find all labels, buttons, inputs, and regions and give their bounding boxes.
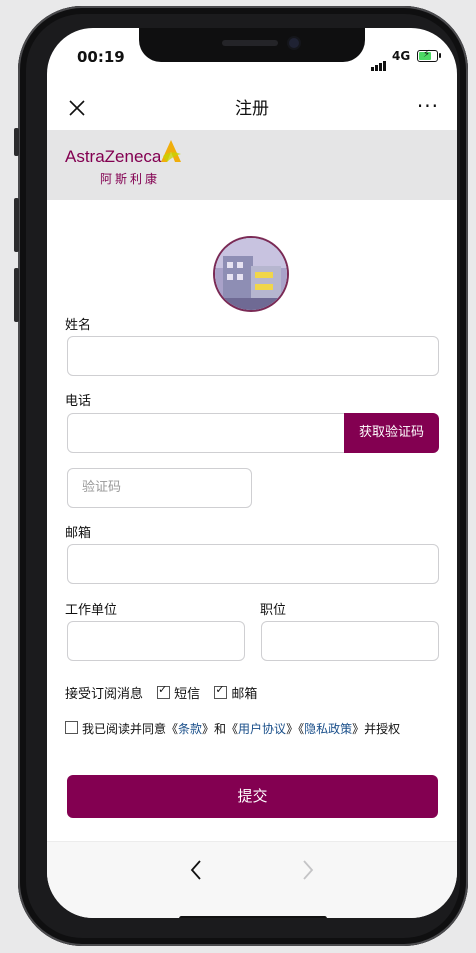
email-option-label: 邮箱 [231, 687, 258, 702]
email-input[interactable] [67, 544, 439, 584]
battery-icon: ⚡ [417, 49, 438, 62]
speaker-grille [222, 40, 278, 46]
mute-switch [14, 128, 19, 156]
terms-link[interactable]: 条款 [178, 722, 202, 736]
network-type: 4G [392, 49, 411, 63]
company-label: 工作单位 [65, 603, 118, 618]
charging-bolt-icon: ⚡ [423, 49, 431, 60]
subscribe-label: 接受订阅消息 [65, 687, 144, 702]
agree-mid1: 》和《 [202, 722, 239, 736]
phone-label: 电话 [65, 394, 92, 409]
more-menu-icon[interactable]: ··· [417, 94, 439, 118]
status-time: 00:19 [77, 48, 125, 66]
back-arrow-icon[interactable] [187, 858, 207, 882]
agree-checkbox[interactable] [65, 721, 78, 734]
battery-cap [439, 53, 441, 58]
brand-header: AstraZeneca 阿斯利康 [47, 130, 457, 200]
phone-input[interactable] [67, 413, 345, 453]
get-code-button[interactable]: 获取验证码 [344, 413, 439, 453]
agree-suffix: 》并授权 [352, 722, 401, 736]
home-indicator [179, 916, 327, 918]
user-agreement-link[interactable]: 用户协议 [238, 722, 286, 736]
astrazeneca-logo-icon [161, 140, 181, 162]
email-label: 邮箱 [65, 526, 92, 541]
volume-down-button [14, 268, 19, 322]
sms-label: 短信 [174, 687, 201, 702]
email-option[interactable]: 邮箱 [214, 683, 258, 702]
verification-code-input[interactable]: 验证码 [67, 468, 252, 508]
sms-option[interactable]: 短信 [157, 683, 201, 702]
notch [139, 28, 365, 62]
agree-prefix: 我已阅读并同意《 [82, 722, 179, 736]
name-input[interactable] [67, 336, 439, 376]
agreement-row: 我已阅读并同意《条款》和《用户协议》《隐私政策》并授权 [65, 720, 400, 737]
email-checkbox[interactable] [214, 683, 228, 699]
submit-button[interactable]: 提交 [67, 775, 438, 818]
brand-name-cn: 阿斯利康 [100, 172, 161, 186]
position-label: 职位 [260, 603, 287, 618]
signal-icon [371, 52, 387, 71]
name-label: 姓名 [65, 318, 92, 333]
phone-screen: 00:19 4G ⚡ 注册 ··· AstraZeneca 阿斯利康 姓名 电话… [47, 28, 457, 918]
subscribe-row: 接受订阅消息 短信 邮箱 [65, 683, 257, 702]
volume-up-button [14, 198, 19, 252]
agree-mid2: 》《 [286, 722, 305, 736]
browser-bottom-bar [47, 841, 457, 918]
brand-name: AstraZeneca [65, 147, 162, 166]
avatar-upload[interactable] [215, 238, 287, 310]
page-title: 注册 [235, 99, 269, 119]
forward-arrow-icon[interactable] [297, 858, 317, 882]
position-input[interactable] [261, 621, 439, 661]
privacy-policy-link[interactable]: 隐私政策 [304, 722, 352, 736]
company-input[interactable] [67, 621, 245, 661]
front-camera [289, 38, 299, 48]
sms-checkbox[interactable] [157, 683, 171, 699]
nav-bar: 注册 ··· [47, 84, 457, 132]
